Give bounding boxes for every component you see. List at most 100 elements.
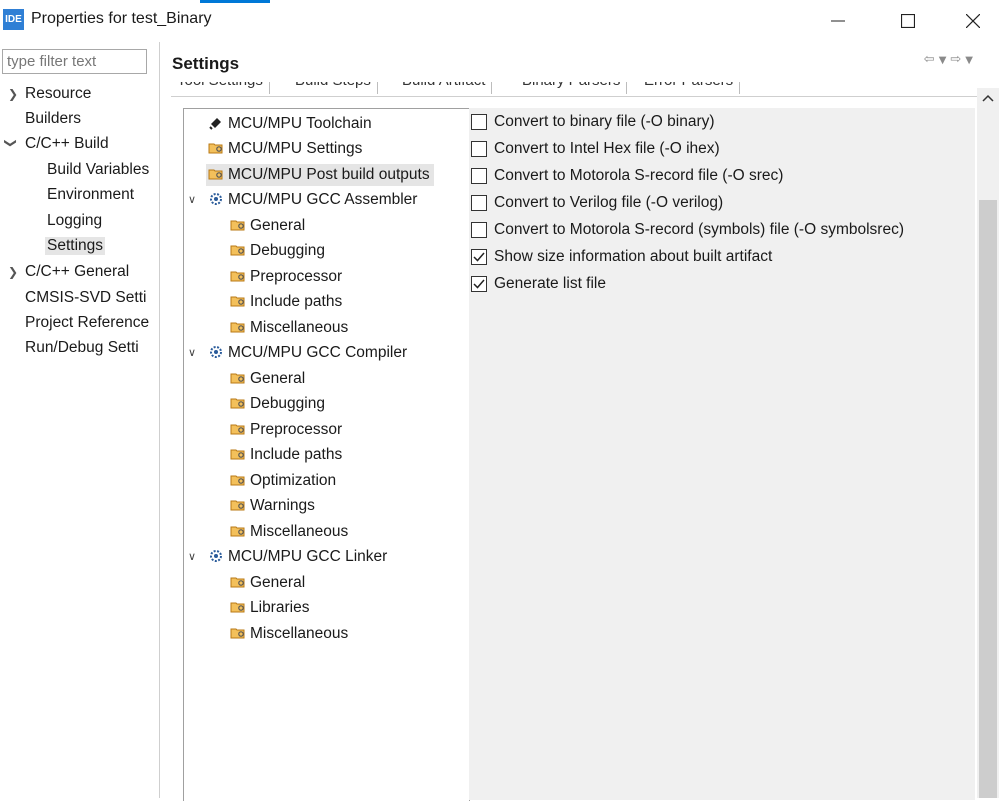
option-convert-ihex[interactable]: Convert to Intel Hex file (-O ihex) (471, 137, 720, 161)
tab-error-parsers[interactable]: Error Parsers (638, 82, 741, 94)
folder-icon (230, 398, 245, 409)
filter-input[interactable]: type filter text (2, 49, 147, 74)
view-menu-icon[interactable]: ▼ (965, 55, 977, 66)
folder-icon (230, 602, 245, 613)
option-convert-binary[interactable]: Convert to binary file (-O binary) (471, 110, 715, 134)
nav-item-cmsis-svd[interactable]: CMSIS-SVD Setti (25, 289, 149, 307)
nav-item-cpp-build[interactable]: C/C++ Build (25, 135, 109, 153)
option-convert-verilog[interactable]: Convert to Verilog file (-O verilog) (471, 191, 723, 215)
checkbox[interactable] (471, 195, 487, 211)
tree-item-ld-libraries[interactable]: Libraries (230, 597, 309, 619)
tree-item-gcc-linker[interactable]: MCU/MPU GCC Linker (208, 546, 387, 568)
option-generate-list[interactable]: Generate list file (471, 272, 606, 296)
tree-item-gcc-compiler[interactable]: MCU/MPU GCC Compiler (208, 342, 407, 364)
checkbox[interactable] (471, 168, 487, 184)
folder-icon (230, 220, 245, 231)
tree-item-cc-general[interactable]: General (230, 368, 305, 390)
folder-icon (230, 628, 245, 639)
chevron-right-icon[interactable]: ❯ (8, 87, 18, 101)
tree-item-asm-general[interactable]: General (230, 215, 305, 237)
history-nav: ⇦▼⇨▼ (924, 52, 977, 67)
folder-icon (230, 322, 245, 333)
tool-icon (210, 549, 222, 562)
folder-icon (230, 373, 245, 384)
scrollbar-thumb[interactable] (979, 200, 997, 798)
tree-item-gcc-assembler[interactable]: MCU/MPU GCC Assembler (208, 189, 417, 211)
chevron-down-icon[interactable]: ∨ (188, 193, 196, 206)
nav-item-project-references[interactable]: Project Reference (25, 314, 149, 332)
checkbox[interactable] (471, 114, 487, 130)
checkmark-icon (473, 252, 485, 262)
folder-icon (230, 449, 245, 460)
tab-row: Tool Settings Build Steps Build Artifact… (171, 82, 981, 97)
back-menu-icon[interactable]: ▼ (939, 55, 951, 66)
tab-tool-settings[interactable]: Tool Settings (171, 82, 270, 94)
tree-item-cc-miscellaneous[interactable]: Miscellaneous (230, 521, 348, 543)
folder-icon (230, 271, 245, 282)
vertical-scrollbar[interactable] (977, 88, 999, 798)
folder-icon (230, 296, 245, 307)
minimize-icon (831, 20, 845, 22)
tree-item-asm-include-paths[interactable]: Include paths (230, 291, 342, 313)
option-show-size[interactable]: Show size information about built artifa… (471, 245, 772, 269)
tree-item-asm-miscellaneous[interactable]: Miscellaneous (230, 317, 348, 339)
folder-icon (230, 577, 245, 588)
chevron-down-icon[interactable]: ❯ (4, 138, 18, 148)
close-button[interactable] (950, 0, 996, 42)
toolchain-icon (209, 117, 221, 130)
active-tab-strip (200, 0, 270, 3)
checkbox-checked[interactable] (471, 276, 487, 292)
option-convert-symbolsrec[interactable]: Convert to Motorola S-record (symbols) f… (471, 218, 904, 242)
tree-item-cc-include-paths[interactable]: Include paths (230, 444, 342, 466)
tool-icon (210, 192, 222, 205)
chevron-down-icon[interactable]: ∨ (188, 550, 196, 563)
option-convert-srec[interactable]: Convert to Motorola S-record file (-O sr… (471, 164, 783, 188)
back-arrow-icon[interactable]: ⇦ (924, 52, 939, 67)
maximize-button[interactable] (885, 0, 931, 42)
nav-item-logging[interactable]: Logging (47, 212, 102, 230)
post-build-options: Convert to binary file (-O binary) Conve… (469, 108, 975, 800)
scroll-up-icon[interactable] (982, 94, 994, 102)
tool-icon (210, 345, 222, 358)
tree-item-asm-debugging[interactable]: Debugging (230, 240, 325, 262)
folder-icon (230, 245, 245, 256)
tree-item-ld-miscellaneous[interactable]: Miscellaneous (230, 623, 348, 645)
checkbox-checked[interactable] (471, 249, 487, 265)
chevron-down-icon[interactable]: ∨ (188, 346, 196, 359)
tree-item-post-build-outputs[interactable]: MCU/MPU Post build outputs (206, 164, 434, 186)
property-page-nav: type filter text ❯ Resource Builders ❯ C… (0, 42, 160, 798)
nav-item-settings[interactable]: Settings (45, 237, 106, 255)
tool-settings-tree: MCU/MPU Toolchain MCU/MPU Settings MCU/M… (183, 108, 470, 801)
tree-item-mcu-settings[interactable]: MCU/MPU Settings (208, 138, 362, 160)
folder-icon (208, 169, 223, 180)
nav-item-resource[interactable]: Resource (25, 85, 91, 103)
tree-item-cc-warnings[interactable]: Warnings (230, 495, 315, 517)
minimize-button[interactable] (815, 0, 861, 42)
checkbox[interactable] (471, 141, 487, 157)
tab-build-artifact[interactable]: Build Artifact (396, 82, 493, 94)
nav-item-environment[interactable]: Environment (47, 186, 134, 204)
chevron-right-icon[interactable]: ❯ (8, 265, 18, 279)
nav-item-run-debug[interactable]: Run/Debug Setti (25, 339, 149, 357)
nav-item-builders[interactable]: Builders (25, 110, 81, 128)
tree-item-cc-optimization[interactable]: Optimization (230, 470, 336, 492)
tab-binary-parsers[interactable]: Binary Parsers (516, 82, 628, 94)
tree-item-ld-general[interactable]: General (230, 572, 305, 594)
tree-item-toolchain[interactable]: MCU/MPU Toolchain (208, 113, 372, 135)
folder-icon (230, 526, 245, 537)
app-icon: IDE (3, 9, 24, 30)
folder-icon (230, 500, 245, 511)
tree-item-cc-debugging[interactable]: Debugging (230, 393, 325, 415)
folder-icon (230, 424, 245, 435)
close-icon (966, 14, 980, 28)
nav-item-build-variables[interactable]: Build Variables (47, 161, 149, 179)
tab-build-steps[interactable]: Build Steps (289, 82, 378, 94)
tree-item-asm-preprocessor[interactable]: Preprocessor (230, 266, 342, 288)
page-title: Settings (172, 54, 240, 73)
forward-arrow-icon[interactable]: ⇨ (950, 52, 965, 67)
checkmark-icon (473, 279, 485, 289)
checkbox[interactable] (471, 222, 487, 238)
maximize-icon (901, 14, 915, 28)
tree-item-cc-preprocessor[interactable]: Preprocessor (230, 419, 342, 441)
nav-item-cpp-general[interactable]: C/C++ General (25, 263, 129, 281)
